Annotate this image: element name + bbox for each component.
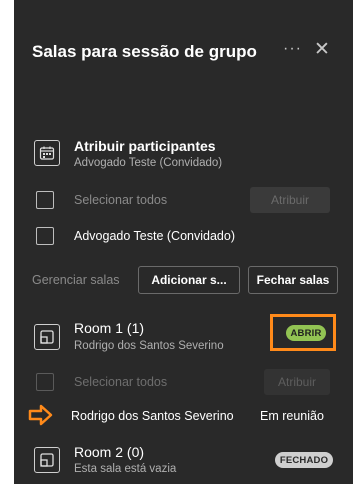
assign-title: Atribuir participantes — [74, 138, 216, 154]
close-rooms-button[interactable]: Fechar salas — [248, 266, 338, 294]
select-all-checkbox[interactable] — [36, 191, 54, 209]
assign-subtitle: Advogado Teste (Convidado) — [74, 157, 223, 169]
select-all-label: Selecionar todos — [74, 193, 168, 207]
add-room-button[interactable]: Adicionar s... — [138, 266, 240, 294]
room-1-name[interactable]: Room 1 (1) — [74, 320, 144, 336]
room-1-select-all-checkbox[interactable] — [36, 373, 54, 391]
room-1-subtitle: Rodrigo dos Santos Severino — [74, 340, 224, 352]
manage-rooms-label: Gerenciar salas — [32, 273, 120, 287]
assign-button[interactable]: Atribuir — [250, 187, 330, 213]
room-1-member-name[interactable]: Rodrigo dos Santos Severino — [71, 409, 234, 423]
room-2-subtitle: Esta sala está vazia — [74, 463, 177, 475]
room-1-status-badge[interactable]: ABRIR — [286, 325, 326, 341]
participant-label: Advogado Teste (Convidado) — [74, 229, 235, 243]
arrow-right-icon — [28, 404, 54, 431]
more-icon[interactable]: ··· — [283, 40, 302, 58]
room-1-assign-button[interactable]: Atribuir — [264, 369, 330, 395]
room-2-name[interactable]: Room 2 (0) — [74, 444, 144, 460]
breakout-rooms-panel: Salas para sessão de grupo ··· ✕ Atribui… — [14, 0, 353, 484]
calendar-assign-icon — [34, 140, 60, 166]
room-1-member-status: Em reunião — [260, 409, 324, 423]
close-icon[interactable]: ✕ — [314, 38, 330, 61]
room-1-select-all-label: Selecionar todos — [74, 375, 168, 389]
participant-checkbox[interactable] — [36, 227, 54, 245]
room-icon — [34, 447, 60, 473]
room-icon — [34, 324, 60, 350]
panel-title: Salas para sessão de grupo — [32, 42, 257, 61]
room-2-status-badge[interactable]: FECHADO — [275, 452, 333, 468]
